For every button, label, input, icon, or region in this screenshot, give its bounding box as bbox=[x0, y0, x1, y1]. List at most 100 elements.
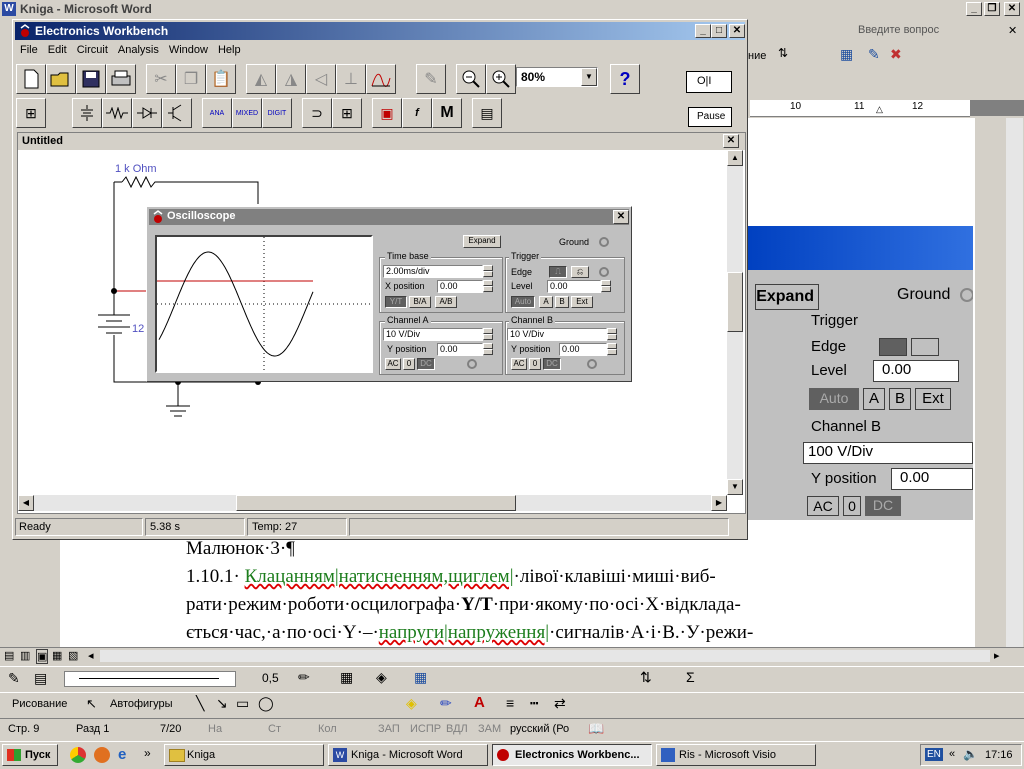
channel-b-ypos-spinner[interactable] bbox=[607, 343, 617, 356]
hscroll-right-button[interactable]: ▶ bbox=[711, 495, 727, 511]
pen-color-icon[interactable]: ✏ bbox=[298, 669, 310, 686]
line-color-icon[interactable]: ✏ bbox=[440, 695, 452, 712]
parts-analog-ics-button[interactable]: ANA bbox=[202, 98, 232, 128]
channel-a-ac-button[interactable]: AC bbox=[385, 358, 401, 370]
view-outline-icon[interactable]: ▦ bbox=[52, 649, 62, 662]
spell-check-icon[interactable]: 📖 bbox=[588, 721, 604, 737]
hscroll-track[interactable] bbox=[100, 650, 990, 662]
form-icon[interactable]: ▤ bbox=[34, 670, 47, 687]
level-spinner[interactable] bbox=[601, 280, 611, 293]
word-vertical-scrollbar[interactable] bbox=[1006, 118, 1023, 648]
parts-custom-button[interactable]: ⊞ bbox=[16, 98, 46, 128]
mode-ab-button[interactable]: A/B bbox=[435, 296, 457, 308]
volume-icon[interactable]: 🔈 bbox=[963, 747, 978, 761]
timebase-spinner[interactable] bbox=[483, 265, 493, 278]
word-numbering-icon[interactable]: ⇅ bbox=[778, 46, 798, 64]
task-ewb[interactable]: Electronics Workbenc... bbox=[492, 744, 652, 766]
parts-sources-button[interactable] bbox=[72, 98, 102, 128]
timebase-value-field[interactable]: 2.00ms/div bbox=[383, 265, 483, 278]
tray-expand-icon[interactable]: « bbox=[949, 748, 955, 760]
status-trk[interactable]: ИСПР bbox=[410, 723, 441, 735]
save-button[interactable] bbox=[76, 64, 106, 94]
channel-b-vdiv-spinner[interactable] bbox=[607, 328, 617, 341]
hscroll-left-button[interactable]: ◀ bbox=[18, 495, 34, 511]
language-indicator[interactable]: EN bbox=[925, 748, 943, 761]
create-subcircuit-button[interactable] bbox=[366, 64, 396, 94]
zoom-in-button[interactable] bbox=[486, 64, 516, 94]
edge-terminal[interactable] bbox=[599, 267, 609, 277]
pause-button[interactable]: Pause bbox=[688, 107, 732, 127]
xpos-field[interactable]: 0.00 bbox=[437, 280, 483, 293]
trigger-b-button[interactable]: B bbox=[555, 296, 569, 308]
shading-icon[interactable]: ◈ bbox=[376, 669, 387, 686]
sort-icon[interactable]: ⇅ bbox=[640, 669, 652, 686]
xpos-spinner[interactable] bbox=[483, 280, 493, 293]
task-word[interactable]: W Kniga - Microsoft Word bbox=[328, 744, 488, 766]
ewb-minimize-button[interactable]: _ bbox=[695, 24, 711, 38]
parts-diodes-button[interactable] bbox=[132, 98, 162, 128]
cut-button[interactable]: ✂ bbox=[146, 64, 176, 94]
osc-expand-button[interactable]: Expand bbox=[463, 235, 501, 248]
autoshapes-menu[interactable]: Автофигуры bbox=[110, 698, 173, 710]
channel-a-vdiv-spinner[interactable] bbox=[483, 328, 493, 341]
channel-a-dc-button[interactable]: DC bbox=[417, 358, 435, 370]
line-style-select[interactable] bbox=[64, 671, 236, 687]
line-weight-icon[interactable]: ≡ bbox=[506, 695, 514, 711]
research-icon[interactable]: ▦ bbox=[840, 46, 853, 63]
word-ask-box[interactable]: Введите вопрос bbox=[856, 22, 1006, 40]
edit-shape-icon[interactable]: ✎ bbox=[868, 46, 880, 63]
zoom-select[interactable]: 80% ▼ bbox=[516, 67, 598, 87]
parts-instruments-button[interactable]: ▤ bbox=[472, 98, 502, 128]
parts-basic-button[interactable] bbox=[102, 98, 132, 128]
channel-b-ac-button[interactable]: AC bbox=[511, 358, 527, 370]
zoom-out-button[interactable] bbox=[456, 64, 486, 94]
table-icon[interactable]: ▦ bbox=[414, 669, 427, 686]
parts-misc-button[interactable]: M bbox=[432, 98, 462, 128]
channel-b-ypos-field[interactable]: 0.00 bbox=[559, 343, 607, 356]
menu-analysis[interactable]: Analysis bbox=[113, 41, 164, 59]
hscroll-right-icon[interactable]: ▸ bbox=[994, 649, 1000, 662]
channel-a-ypos-spinner[interactable] bbox=[483, 343, 493, 356]
word-minimize-button[interactable]: _ bbox=[966, 2, 982, 16]
open-file-button[interactable] bbox=[46, 64, 76, 94]
paste-button[interactable]: 📋 bbox=[206, 64, 236, 94]
status-ext[interactable]: ВДЛ bbox=[446, 723, 468, 735]
status-ovr[interactable]: ЗАМ bbox=[478, 723, 501, 735]
edge-rising-button[interactable]: ⎍ bbox=[549, 266, 567, 278]
flip-vertical-button[interactable]: ◁ bbox=[306, 64, 336, 94]
sum-icon[interactable]: Σ bbox=[686, 669, 695, 685]
menu-file[interactable]: File bbox=[15, 41, 43, 59]
indent-marker-icon[interactable]: △ bbox=[876, 104, 883, 115]
word-close-doc-icon[interactable]: ✕ bbox=[1008, 24, 1017, 37]
vscroll-down-icon[interactable]: ▼ bbox=[727, 479, 743, 495]
menu-circuit[interactable]: Circuit bbox=[72, 41, 113, 59]
fill-color-icon[interactable]: ◈ bbox=[406, 695, 417, 712]
circuit-hscroll[interactable]: ◀ ▶ bbox=[18, 495, 727, 511]
hscroll-left-icon[interactable]: ◂ bbox=[88, 649, 94, 662]
trigger-ext-button[interactable]: Ext bbox=[571, 296, 593, 308]
word-restore-button[interactable]: ❐ bbox=[984, 2, 1000, 16]
channel-b-zero-button[interactable]: 0 bbox=[529, 358, 541, 370]
trigger-a-button[interactable]: A bbox=[539, 296, 553, 308]
delete-icon[interactable]: ✖ bbox=[890, 46, 902, 63]
arrow-style-icon[interactable]: ⇄ bbox=[554, 695, 566, 712]
parts-digital-ics-button[interactable]: DIGIT bbox=[262, 98, 292, 128]
status-rec[interactable]: ЗАП bbox=[378, 723, 400, 735]
rotate-button[interactable]: ◭ bbox=[246, 64, 276, 94]
help-button[interactable]: ? bbox=[610, 64, 640, 94]
osc-close-button[interactable]: ✕ bbox=[613, 210, 629, 224]
copy-button[interactable]: ❐ bbox=[176, 64, 206, 94]
parts-controls-button[interactable]: f bbox=[402, 98, 432, 128]
trigger-auto-button[interactable]: Auto bbox=[511, 296, 535, 308]
channel-b-terminal[interactable] bbox=[587, 359, 597, 369]
view-web-icon[interactable]: ▥ bbox=[20, 649, 30, 662]
ewb-maximize-button[interactable]: □ bbox=[711, 24, 727, 38]
select-pointer-icon[interactable]: ↖ bbox=[86, 696, 97, 712]
view-reading-icon[interactable]: ▧ bbox=[68, 649, 78, 662]
vscroll-thumb[interactable] bbox=[727, 272, 743, 332]
mode-ba-button[interactable]: B/A bbox=[409, 296, 431, 308]
ewb-titlebar[interactable]: Electronics Workbench _ □ ✕ bbox=[15, 22, 745, 40]
quicklaunch-more-icon[interactable]: » bbox=[144, 746, 151, 760]
graph-button[interactable]: ✎ bbox=[416, 64, 446, 94]
drawing-menu[interactable]: Рисование bbox=[12, 698, 67, 710]
